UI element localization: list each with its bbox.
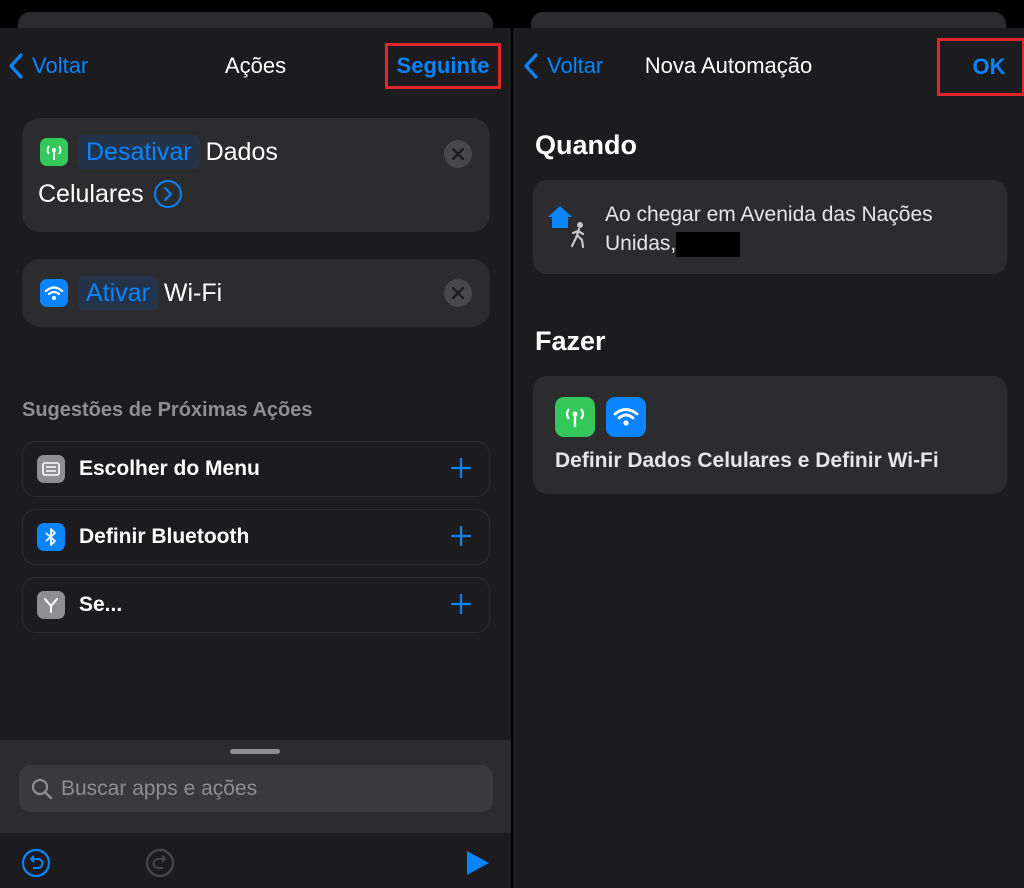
redo-icon[interactable] — [144, 847, 176, 879]
action-text: Dados — [205, 138, 278, 166]
search-icon — [31, 778, 53, 799]
action-text-line2: Celulares — [38, 180, 144, 208]
wifi-icon — [40, 279, 68, 307]
do-card[interactable]: Definir Dados Celulares e Definir Wi-Fi — [533, 376, 1007, 494]
plus-icon[interactable] — [449, 456, 473, 480]
trigger-text: Ao chegar em Avenida das Nações Unidas, — [605, 203, 933, 255]
next-label: Seguinte — [396, 53, 490, 78]
next-button[interactable]: Seguinte — [385, 43, 501, 89]
back-label: Voltar — [32, 53, 89, 78]
when-heading: Quando — [535, 130, 637, 160]
chevron-left-icon — [9, 53, 23, 79]
redacted-block — [676, 231, 741, 257]
back-label: Voltar — [547, 53, 604, 78]
chevron-right-circle-icon[interactable] — [153, 180, 182, 208]
remove-action-button[interactable] — [444, 140, 472, 168]
trigger-card[interactable]: Ao chegar em Avenida das Nações Unidas, — [533, 180, 1007, 274]
search-sheet: Buscar apps e ações — [0, 740, 511, 888]
close-icon — [452, 287, 464, 299]
close-icon — [452, 148, 464, 160]
remove-action-button[interactable] — [444, 279, 472, 307]
parameter-token-disable[interactable]: Desativar — [78, 135, 200, 169]
back-button[interactable]: Voltar — [523, 53, 603, 79]
sheet-peek — [513, 0, 1024, 32]
actions-editor-panel: Voltar Ações Seguinte Desativar Dados Cel… — [0, 0, 511, 888]
suggestion-row[interactable]: Se... — [22, 577, 490, 633]
do-heading: Fazer — [535, 326, 606, 356]
plus-icon[interactable] — [449, 524, 473, 548]
action-card-cellular[interactable]: Desativar Dados Celulares — [22, 118, 490, 232]
do-icons — [555, 397, 646, 437]
new-automation-panel: Voltar Nova Automação OK Quando Ao chega… — [513, 0, 1024, 888]
action-text: Wi-Fi — [163, 279, 223, 307]
ok-button[interactable]: OK — [937, 38, 1024, 96]
sheet-peek — [0, 0, 511, 32]
suggestion-label: Escolher do Menu — [79, 457, 260, 480]
suggestion-label: Definir Bluetooth — [79, 525, 250, 548]
suggestion-row[interactable]: Definir Bluetooth — [22, 509, 490, 565]
play-icon[interactable] — [465, 849, 491, 877]
sheet-grabber[interactable] — [230, 749, 280, 754]
do-description: Definir Dados Celulares e Definir Wi-Fi — [555, 449, 939, 472]
branch-icon — [37, 591, 65, 619]
ok-label: OK — [972, 54, 1006, 79]
menu-icon — [37, 455, 65, 483]
suggestions-heading: Sugestões de Próximas Ações — [22, 399, 313, 421]
back-button[interactable]: Voltar — [8, 53, 88, 79]
suggestion-label: Se... — [79, 593, 123, 616]
home-arrive-icon — [548, 206, 585, 249]
editor-toolbar — [0, 833, 511, 888]
undo-icon[interactable] — [20, 847, 52, 879]
plus-icon[interactable] — [449, 592, 473, 616]
chevron-left-icon — [524, 53, 538, 79]
search-bar[interactable]: Buscar apps e ações — [19, 765, 493, 812]
search-input[interactable]: Buscar apps e ações — [61, 777, 257, 801]
action-card-wifi[interactable]: Ativar Wi-Fi — [22, 259, 490, 327]
trigger-description: Ao chegar em Avenida das Nações Unidas, — [605, 200, 985, 258]
cellular-antenna-icon — [555, 397, 595, 437]
cellular-antenna-icon — [40, 138, 68, 166]
parameter-token-enable[interactable]: Ativar — [78, 276, 158, 310]
wifi-icon — [606, 397, 646, 437]
nav-bar: Voltar Ações Seguinte — [0, 36, 511, 96]
automation-sheet: Voltar Nova Automação OK Quando Ao chega… — [513, 28, 1024, 888]
nav-bar: Voltar Nova Automação OK — [513, 36, 1024, 96]
suggestion-row[interactable]: Escolher do Menu — [22, 441, 490, 497]
bluetooth-icon — [37, 523, 65, 551]
